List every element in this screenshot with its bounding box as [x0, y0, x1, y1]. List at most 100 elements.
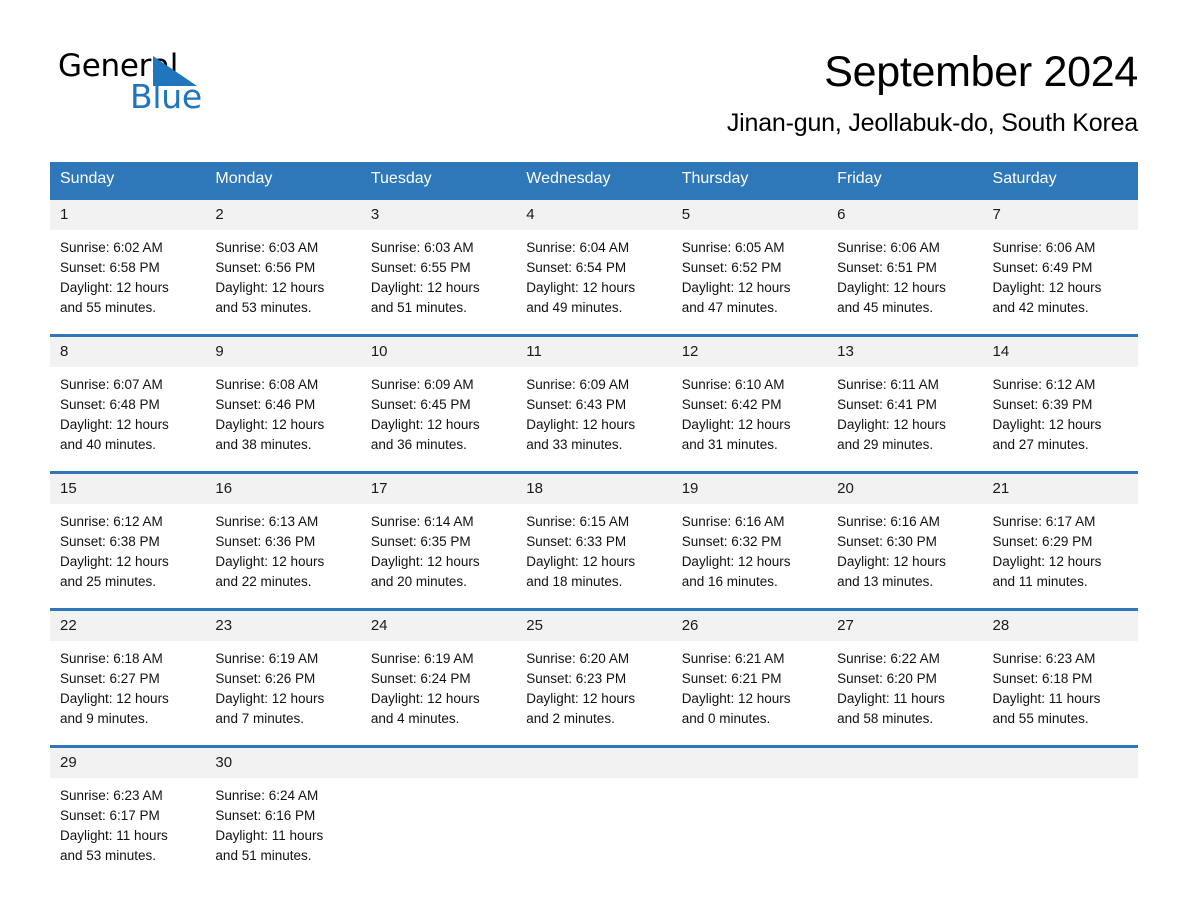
day-cell[interactable]: 26 Sunrise: 6:21 AM Sunset: 6:21 PM Dayl…	[671, 608, 828, 747]
day-cell[interactable]: 4 Sunrise: 6:04 AM Sunset: 6:54 PM Dayli…	[516, 197, 672, 336]
sunset-text: Sunset: 6:27 PM	[60, 671, 160, 687]
day-cell[interactable]: 12 Sunrise: 6:10 AM Sunset: 6:42 PM Dayl…	[671, 334, 828, 473]
day-details: Sunrise: 6:16 AM Sunset: 6:32 PM Dayligh…	[672, 504, 827, 608]
daylight-text-line1: Daylight: 12 hours	[215, 691, 325, 707]
daylight-text-line1: Daylight: 12 hours	[837, 417, 946, 433]
day-cell-empty	[982, 745, 1138, 897]
day-cell[interactable]: 8 Sunrise: 6:07 AM Sunset: 6:48 PM Dayli…	[50, 334, 206, 473]
day-details	[361, 778, 516, 896]
daylight-text-line2: and 47 minutes.	[681, 300, 778, 316]
day-cell[interactable]: 30 Sunrise: 6:24 AM Sunset: 6:16 PM Dayl…	[205, 745, 361, 897]
daylight-text-line1: Daylight: 12 hours	[681, 554, 791, 570]
daylight-text-line2: and 31 minutes.	[681, 437, 778, 453]
sunset-text: Sunset: 6:42 PM	[681, 397, 782, 413]
day-number: 26	[671, 611, 828, 642]
page-title: September 2024	[824, 48, 1138, 96]
day-number: 11	[516, 337, 672, 368]
page-header: General Blue September 2024 Jinan-gun, J…	[50, 0, 1138, 138]
calendar-week-row: 29 Sunrise: 6:23 AM Sunset: 6:17 PM Dayl…	[50, 745, 1138, 897]
day-number: 10	[360, 337, 517, 368]
day-number	[360, 748, 517, 779]
day-cell[interactable]: 27 Sunrise: 6:22 AM Sunset: 6:20 PM Dayl…	[827, 608, 983, 747]
sunset-text: Sunset: 6:23 PM	[526, 671, 627, 687]
sunrise-text: Sunrise: 6:08 AM	[215, 377, 319, 393]
daylight-text-line2: and 42 minutes.	[992, 300, 1089, 316]
day-cell[interactable]: 23 Sunrise: 6:19 AM Sunset: 6:26 PM Dayl…	[205, 608, 361, 747]
sunrise-text: Sunrise: 6:03 AM	[215, 240, 319, 256]
daylight-text-line1: Daylight: 12 hours	[681, 691, 791, 707]
sunset-text: Sunset: 6:39 PM	[992, 397, 1093, 413]
day-number: 4	[516, 200, 672, 231]
sunset-text: Sunset: 6:49 PM	[992, 260, 1093, 276]
day-cell[interactable]: 19 Sunrise: 6:16 AM Sunset: 6:32 PM Dayl…	[671, 471, 828, 610]
sunrise-text: Sunrise: 6:04 AM	[526, 240, 630, 256]
day-details: Sunrise: 6:17 AM Sunset: 6:29 PM Dayligh…	[983, 504, 1138, 608]
daylight-text-line1: Daylight: 12 hours	[526, 554, 636, 570]
day-details: Sunrise: 6:09 AM Sunset: 6:43 PM Dayligh…	[516, 367, 671, 471]
day-details: Sunrise: 6:09 AM Sunset: 6:45 PM Dayligh…	[361, 367, 516, 471]
day-number: 14	[982, 337, 1138, 368]
daylight-text-line2: and 51 minutes.	[370, 300, 467, 316]
daylight-text-line2: and 58 minutes.	[837, 711, 934, 727]
day-cell[interactable]: 6 Sunrise: 6:06 AM Sunset: 6:51 PM Dayli…	[827, 197, 983, 336]
calendar-week-row: 22 Sunrise: 6:18 AM Sunset: 6:27 PM Dayl…	[50, 608, 1138, 747]
day-cell[interactable]: 20 Sunrise: 6:16 AM Sunset: 6:30 PM Dayl…	[827, 471, 983, 610]
weekday-header-row: Sunday Monday Tuesday Wednesday Thursday…	[50, 162, 1138, 199]
day-details: Sunrise: 6:22 AM Sunset: 6:20 PM Dayligh…	[827, 641, 982, 745]
day-number: 13	[827, 337, 983, 368]
sunset-text: Sunset: 6:30 PM	[837, 534, 937, 550]
day-cell[interactable]: 28 Sunrise: 6:23 AM Sunset: 6:18 PM Dayl…	[982, 608, 1138, 747]
day-cell[interactable]: 16 Sunrise: 6:13 AM Sunset: 6:36 PM Dayl…	[205, 471, 361, 610]
day-details: Sunrise: 6:08 AM Sunset: 6:46 PM Dayligh…	[205, 367, 360, 471]
day-details: Sunrise: 6:13 AM Sunset: 6:36 PM Dayligh…	[205, 504, 360, 608]
day-cell[interactable]: 18 Sunrise: 6:15 AM Sunset: 6:33 PM Dayl…	[516, 471, 672, 610]
day-cell[interactable]: 3 Sunrise: 6:03 AM Sunset: 6:55 PM Dayli…	[360, 197, 517, 336]
general-blue-logo[interactable]: General Blue	[50, 48, 250, 118]
day-cell[interactable]: 17 Sunrise: 6:14 AM Sunset: 6:35 PM Dayl…	[360, 471, 517, 610]
day-number: 17	[360, 474, 517, 505]
sunset-text: Sunset: 6:36 PM	[215, 534, 316, 550]
day-cell[interactable]: 5 Sunrise: 6:05 AM Sunset: 6:52 PM Dayli…	[671, 197, 828, 336]
day-cell[interactable]: 15 Sunrise: 6:12 AM Sunset: 6:38 PM Dayl…	[50, 471, 206, 610]
daylight-text-line1: Daylight: 12 hours	[992, 417, 1102, 433]
day-details: Sunrise: 6:10 AM Sunset: 6:42 PM Dayligh…	[672, 367, 827, 471]
daylight-text-line1: Daylight: 11 hours	[837, 691, 945, 707]
daylight-text-line2: and 55 minutes.	[992, 711, 1089, 727]
daylight-text-line2: and 53 minutes.	[60, 848, 157, 864]
sunrise-text: Sunrise: 6:12 AM	[992, 377, 1096, 393]
day-cell[interactable]: 21 Sunrise: 6:17 AM Sunset: 6:29 PM Dayl…	[982, 471, 1138, 610]
day-cell[interactable]: 14 Sunrise: 6:12 AM Sunset: 6:39 PM Dayl…	[982, 334, 1138, 473]
sunrise-text: Sunrise: 6:16 AM	[681, 514, 785, 530]
day-cell[interactable]: 1 Sunrise: 6:02 AM Sunset: 6:58 PM Dayli…	[50, 197, 206, 336]
day-cell[interactable]: 9 Sunrise: 6:08 AM Sunset: 6:46 PM Dayli…	[205, 334, 361, 473]
daylight-text-line2: and 0 minutes.	[681, 711, 771, 727]
day-details: Sunrise: 6:06 AM Sunset: 6:51 PM Dayligh…	[827, 230, 982, 334]
sunset-text: Sunset: 6:38 PM	[60, 534, 160, 550]
day-cell[interactable]: 7 Sunrise: 6:06 AM Sunset: 6:49 PM Dayli…	[982, 197, 1138, 336]
sunrise-text: Sunrise: 6:05 AM	[681, 240, 785, 256]
day-cell[interactable]: 13 Sunrise: 6:11 AM Sunset: 6:41 PM Dayl…	[827, 334, 983, 473]
day-details	[672, 778, 827, 896]
daylight-text-line1: Daylight: 12 hours	[370, 691, 480, 707]
day-cell[interactable]: 2 Sunrise: 6:03 AM Sunset: 6:56 PM Dayli…	[205, 197, 361, 336]
sunrise-text: Sunrise: 6:23 AM	[992, 651, 1096, 667]
day-cell[interactable]: 29 Sunrise: 6:23 AM Sunset: 6:17 PM Dayl…	[50, 745, 206, 897]
day-number: 15	[50, 474, 206, 505]
weekday-header-tuesday: Tuesday	[360, 162, 517, 199]
day-details: Sunrise: 6:23 AM Sunset: 6:18 PM Dayligh…	[983, 641, 1138, 745]
day-details: Sunrise: 6:04 AM Sunset: 6:54 PM Dayligh…	[516, 230, 671, 334]
calendar-body: 1 Sunrise: 6:02 AM Sunset: 6:58 PM Dayli…	[50, 197, 1138, 897]
daylight-text-line2: and 33 minutes.	[526, 437, 623, 453]
sunrise-sunset-calendar: Sunday Monday Tuesday Wednesday Thursday…	[50, 162, 1138, 897]
day-cell[interactable]: 11 Sunrise: 6:09 AM Sunset: 6:43 PM Dayl…	[516, 334, 672, 473]
day-number: 3	[360, 200, 517, 231]
day-details	[827, 778, 982, 896]
day-number: 22	[50, 611, 206, 642]
day-cell[interactable]: 22 Sunrise: 6:18 AM Sunset: 6:27 PM Dayl…	[50, 608, 206, 747]
daylight-text-line1: Daylight: 12 hours	[526, 691, 636, 707]
day-cell[interactable]: 10 Sunrise: 6:09 AM Sunset: 6:45 PM Dayl…	[360, 334, 517, 473]
day-cell[interactable]: 25 Sunrise: 6:20 AM Sunset: 6:23 PM Dayl…	[516, 608, 672, 747]
sunrise-text: Sunrise: 6:11 AM	[837, 377, 939, 393]
day-cell[interactable]: 24 Sunrise: 6:19 AM Sunset: 6:24 PM Dayl…	[360, 608, 517, 747]
sunrise-text: Sunrise: 6:15 AM	[526, 514, 630, 530]
